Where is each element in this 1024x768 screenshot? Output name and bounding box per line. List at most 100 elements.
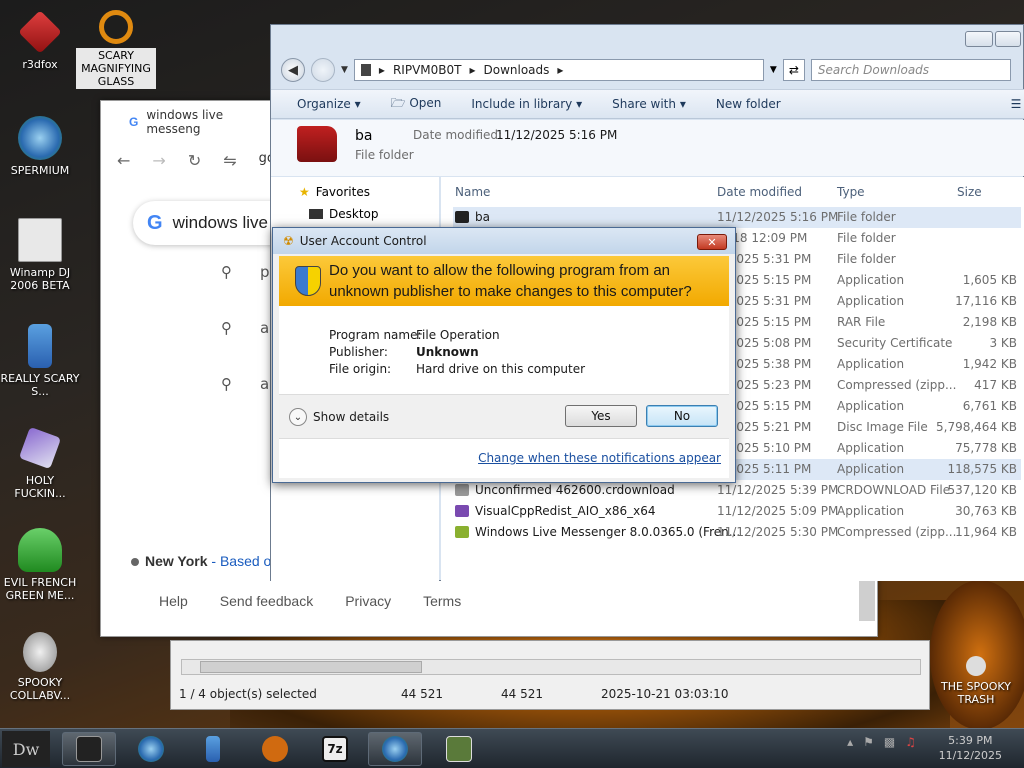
change-notifications-link[interactable]: Change when these notifications appear — [478, 451, 721, 465]
taskbar-browser-active[interactable] — [368, 732, 422, 766]
desktop-icon-winamp[interactable]: Winamp DJ 2006 BETA — [0, 218, 80, 292]
footer-help-link[interactable]: Help — [159, 593, 188, 609]
desktop-icon-label: SPOOKY COLLABV... — [9, 676, 71, 702]
usb-icon — [206, 736, 220, 762]
column-type[interactable]: Type — [837, 185, 865, 199]
column-size[interactable]: Size — [957, 185, 982, 199]
refresh-icon: ⇄ — [788, 63, 799, 77]
address-bar[interactable]: ▸ RIPVM0B0T ▸ Downloads ▸ — [353, 59, 764, 81]
system-tray: ▴ ⚑ ▩ ♫ — [847, 735, 916, 749]
taskbar-monitor-app[interactable] — [432, 732, 486, 766]
breadcrumb-user[interactable]: RIPVM0B0T — [393, 63, 462, 77]
start-button[interactable]: Dw — [2, 731, 50, 767]
column-name[interactable]: Name — [455, 185, 490, 199]
browser-tab[interactable]: G windows live messeng — [117, 107, 277, 137]
footer-privacy-link[interactable]: Privacy — [345, 593, 391, 609]
forward-arrow-icon[interactable]: → — [152, 151, 165, 170]
winamp-icon — [18, 218, 62, 262]
flag-icon[interactable]: ⚑ — [863, 735, 874, 749]
back-arrow-icon[interactable]: ← — [117, 151, 130, 170]
desktop-icon-label: HOLY FUCKIN... — [14, 474, 66, 500]
refresh-button[interactable]: ⇄ — [782, 59, 805, 81]
taskbar-clock[interactable]: 5:39 PM 11/12/2025 — [939, 733, 1002, 763]
suggestion-row[interactable]: ⚲ p — [221, 263, 270, 281]
explorer-titlebar[interactable] — [271, 25, 1023, 55]
no-button[interactable]: No — [646, 405, 718, 427]
share-with-menu[interactable]: Share with ▾ — [612, 97, 686, 111]
skull-icon — [23, 632, 57, 672]
taskbar-spermium[interactable] — [124, 732, 178, 766]
file-name: Windows Live Messenger 8.0.0365.0 (Fren.… — [475, 525, 741, 539]
new-folder-button[interactable]: New folder — [716, 97, 781, 111]
desktop-icon-trash[interactable]: THE SPOOKY TRASH — [936, 656, 1016, 706]
column-date[interactable]: Date modified — [717, 185, 802, 199]
file-size: 11,964 KB — [955, 525, 1017, 539]
network-icon[interactable]: ▩ — [884, 735, 895, 749]
recent-pages-chevron-icon[interactable]: ▼ — [341, 65, 348, 75]
nav-favorites[interactable]: ★ Favorites — [299, 185, 370, 199]
desktop-icon-holy[interactable]: HOLY FUCKIN... — [0, 426, 80, 500]
open-button[interactable]: 🗁 Open — [391, 94, 442, 115]
suggestion-row[interactable]: ⚲ a — [221, 319, 269, 337]
browser-icon — [382, 736, 408, 762]
breadcrumb-separator-icon: ▸ — [378, 63, 385, 77]
file-size: 30,763 KB — [955, 504, 1017, 518]
desktop-icon-spooky-collab[interactable]: SPOOKY COLLABV... — [0, 632, 80, 702]
yes-button[interactable]: Yes — [565, 405, 637, 427]
back-button[interactable]: ◀ — [281, 58, 305, 82]
taskbar-usb-app[interactable] — [186, 732, 240, 766]
uac-footer: Change when these notifications appear — [279, 438, 729, 478]
include-in-library-menu[interactable]: Include in library ▾ — [471, 97, 582, 111]
breadcrumb-downloads[interactable]: Downloads — [484, 63, 550, 77]
taskbar-7zip[interactable]: 7z — [308, 732, 362, 766]
minimize-button[interactable] — [965, 31, 993, 47]
desktop-icon-r3dfox[interactable]: r3dfox — [0, 10, 80, 71]
site-settings-icon[interactable]: ⇋ — [223, 151, 236, 170]
taskbar-explorer[interactable] — [62, 732, 116, 766]
volume-icon[interactable]: ♫ — [905, 735, 916, 749]
scrollbar-thumb[interactable] — [200, 661, 422, 673]
explorer-search-input[interactable]: Search Downloads — [810, 59, 1011, 81]
taskbar-pumpkin-app[interactable] — [248, 732, 302, 766]
close-button[interactable]: ✕ — [697, 234, 727, 250]
desktop-icon-magnifying-glass[interactable]: SCARY MAGNIFYING GLASS — [76, 10, 156, 89]
search-icon: ⚲ — [221, 263, 232, 281]
wallpaper-orange-glow — [930, 580, 1024, 730]
magnifying-glass-icon — [99, 10, 133, 44]
desktop-icon-really-scary[interactable]: REALLY SCARY S... — [0, 324, 80, 398]
file-type: File folder — [837, 252, 896, 266]
location-link[interactable]: - Based or — [211, 553, 276, 569]
reload-icon[interactable]: ↻ — [188, 151, 201, 170]
file-size: 2,198 KB — [962, 315, 1017, 329]
file-size: 5,798,464 KB — [936, 420, 1017, 434]
tray-expand-icon[interactable]: ▴ — [847, 735, 853, 749]
status-datetime: 2025-10-21 03:03:10 — [601, 687, 729, 701]
file-row[interactable]: Windows Live Messenger 8.0.0365.0 (Fren.… — [453, 522, 1021, 543]
view-options-icon[interactable]: ☰ ▾ — [1011, 97, 1024, 111]
footer-feedback-link[interactable]: Send feedback — [220, 593, 313, 609]
file-type-icon — [455, 484, 469, 496]
nav-desktop[interactable]: Desktop — [309, 207, 379, 221]
desktop-icon-evil-french[interactable]: EVIL FRENCH GREEN ME... — [0, 528, 80, 602]
show-details-button[interactable]: ⌄ Show details — [289, 408, 389, 426]
uac-titlebar[interactable]: ☢ User Account Control — [273, 228, 735, 254]
maximize-button[interactable] — [995, 31, 1021, 47]
organize-menu[interactable]: Organize ▾ — [297, 97, 361, 111]
browser-scrollbar[interactable] — [859, 581, 875, 621]
footer-terms-link[interactable]: Terms — [423, 593, 461, 609]
forward-button[interactable] — [311, 58, 335, 82]
suggestion-row[interactable]: ⚲ a — [221, 375, 269, 393]
taskbar: Dw 7z ▴ ⚑ ▩ ♫ 5:39 PM 11/12/2025 — [0, 728, 1024, 768]
explorer-toolbar: Organize ▾ 🗁 Open Include in library ▾ S… — [271, 89, 1024, 119]
file-row[interactable]: Unconfirmed 462600.crdownload 11/12/2025 … — [453, 480, 1021, 501]
clock-time: 5:39 PM — [948, 734, 993, 747]
details-type: File folder — [355, 148, 414, 162]
file-type: File folder — [837, 210, 896, 224]
uac-warning-banner: Do you want to allow the following progr… — [279, 256, 729, 306]
file-row[interactable]: ba 11/12/2025 5:16 PM File folder — [453, 207, 1021, 228]
file-type: Compressed (zipp... — [837, 378, 957, 392]
desktop-icon-spermium[interactable]: SPERMIUM — [0, 116, 80, 177]
file-row[interactable]: VisualCppRedist_AIO_x86_x64 11/12/2025 5:… — [453, 501, 1021, 522]
address-dropdown-icon[interactable]: ▼ — [770, 65, 777, 75]
horizontal-scrollbar[interactable] — [181, 659, 921, 675]
